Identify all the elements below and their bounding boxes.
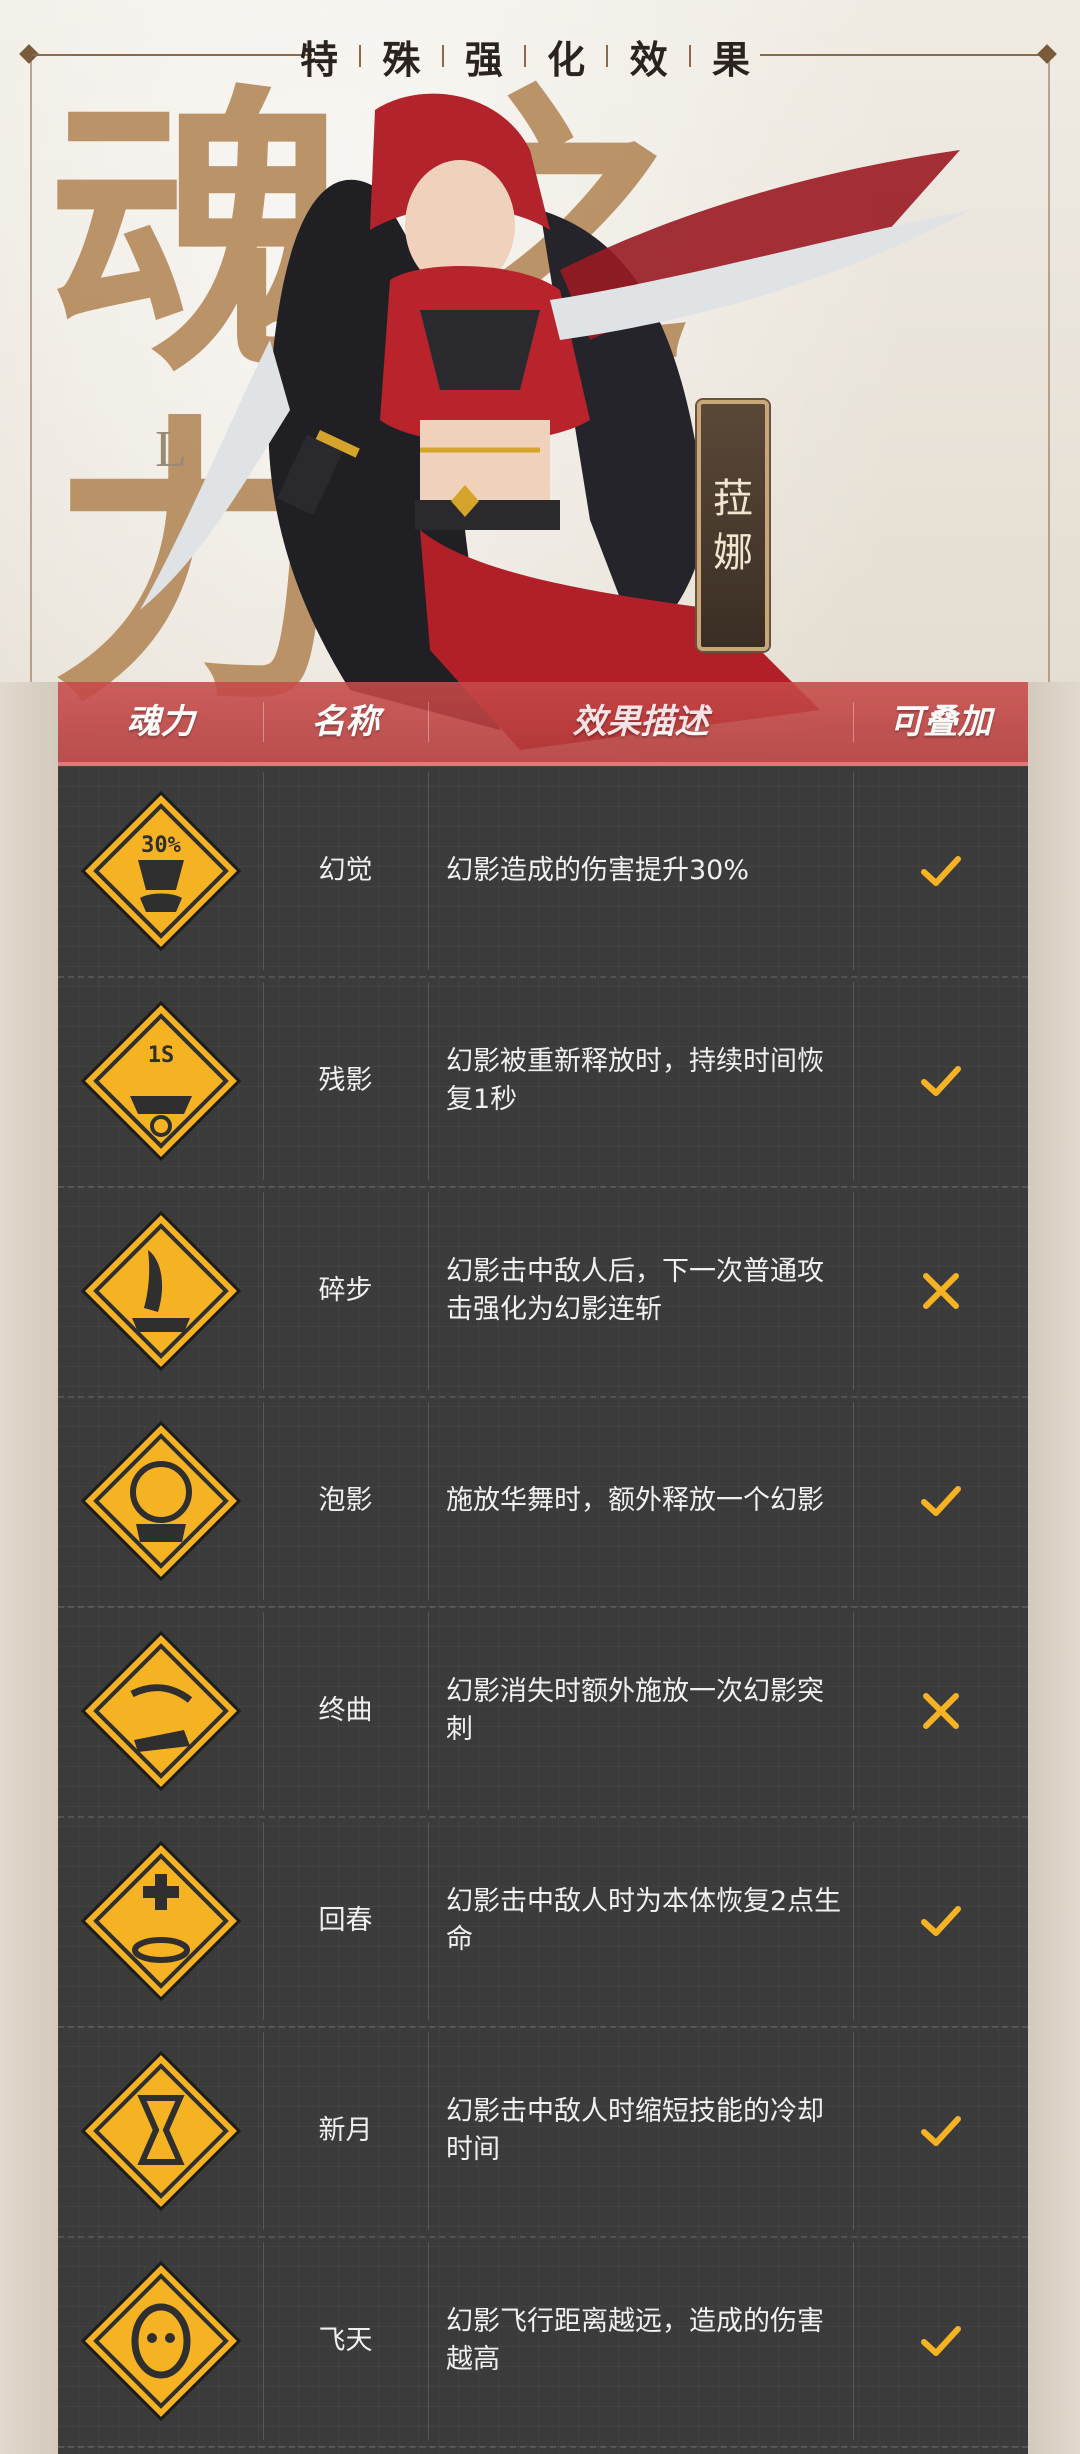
skill-name: 残影 (318, 1065, 373, 1096)
ornament-diamond-right (1037, 44, 1057, 64)
table-row: 碎步 幻影击中敌人后，下一次普通攻击强化为幻影连斩 (58, 1186, 1028, 1398)
ornament-line-right (760, 54, 1050, 56)
column-divider (428, 982, 429, 1180)
icon-label: 1S (148, 1043, 175, 1068)
bubble-icon (80, 1420, 242, 1582)
check-icon (853, 1396, 1028, 1606)
timer-1s-icon: 1S (80, 1000, 242, 1162)
column-divider (428, 2242, 429, 2440)
skill-description: 幻影造成的伤害提升30% (446, 855, 750, 886)
table-row: 回春 幻影击中敌人时为本体恢复2点生命 (58, 1816, 1028, 2028)
column-divider (428, 1612, 429, 1810)
skill-name: 新月 (318, 2115, 373, 2146)
heal-plus-icon (80, 1840, 242, 2002)
skill-name: 幻觉 (318, 855, 373, 886)
cross-icon (853, 1186, 1028, 1396)
cross-icon (853, 1606, 1028, 1816)
check-icon (853, 2026, 1028, 2236)
skill-description: 幻影消失时额外施放一次幻影突刺 (446, 1676, 824, 1745)
table-row: 新月 幻影击中敌人时缩短技能的冷却时间 (58, 2026, 1028, 2238)
flying-mask-icon (80, 2260, 242, 2422)
crescent-hourglass-icon (80, 2050, 242, 2212)
table-row: 终曲 幻影消失时额外施放一次幻影突刺 (58, 1606, 1028, 1818)
skill-description: 幻影飞行距离越远，造成的伤害越高 (446, 2306, 824, 2375)
check-icon (853, 976, 1028, 1186)
skill-description: 施放华舞时，额外释放一个幻影 (446, 1485, 824, 1516)
character-name-plate: 菈 娜 (697, 400, 769, 651)
icon-label: 30% (141, 833, 181, 858)
column-divider (428, 1192, 429, 1390)
check-icon (853, 1816, 1028, 2026)
skill-name: 回春 (318, 1905, 373, 1936)
column-divider (428, 1822, 429, 2020)
table-body: 30% 幻觉 幻影造成的伤害提升30% 1S 残影 幻影被重新释放时，持续时间恢复1秒碎步… (58, 766, 1028, 2454)
check-icon (853, 766, 1028, 976)
side-margin-right (1028, 682, 1080, 2454)
header-name: 名称 (311, 702, 380, 742)
dash-blade-icon (80, 1210, 242, 1372)
column-divider (428, 1402, 429, 1600)
skill-description: 幻影击中敌人时缩短技能的冷却时间 (446, 2096, 824, 2165)
table-header: 魂力 名称 效果描述 可叠加 (58, 682, 1028, 766)
character-name-char: 娜 (713, 529, 753, 576)
side-margin-left (0, 682, 58, 2454)
column-divider (428, 2032, 429, 2230)
table-row: 1S 残影 幻影被重新释放时，持续时间恢复1秒 (58, 976, 1028, 1188)
header-description: 效果描述 (572, 702, 709, 742)
skill-name: 泡影 (318, 1485, 373, 1516)
soul-power-table: 魂力 名称 效果描述 可叠加 30% 幻觉 幻影造成的伤害提升30% 1S 残影 幻影被重… (58, 682, 1028, 2454)
skill-description: 幻影被重新释放时，持续时间恢复1秒 (446, 1046, 824, 1115)
ornament-line-left (32, 54, 312, 56)
header-soul-power: 魂力 (126, 702, 195, 742)
skill-description: 幻影击中敌人后，下一次普通攻击强化为幻影连斩 (446, 1256, 824, 1325)
check-icon (853, 2236, 1028, 2446)
skill-description: 幻影击中敌人时为本体恢复2点生命 (446, 1886, 842, 1955)
column-divider (428, 772, 429, 970)
table-row: 飞天 幻影飞行距离越远，造成的伤害越高 (58, 2236, 1028, 2448)
finale-icon (80, 1630, 242, 1792)
header-stackable: 可叠加 (889, 702, 992, 742)
table-row: 泡影 施放华舞时，额外释放一个幻影 (58, 1396, 1028, 1608)
skill-name: 飞天 (318, 2325, 373, 2356)
character-name-char: 菈 (713, 475, 753, 522)
hourglass-30-percent-icon: 30% (80, 790, 242, 952)
skill-name: 碎步 (318, 1275, 373, 1306)
skill-name: 终曲 (318, 1695, 373, 1726)
table-row: 30% 幻觉 幻影造成的伤害提升30% (58, 766, 1028, 978)
page: 特 殊 强 化 效 果 魂之力 L A 菈 娜 (0, 0, 1080, 2454)
